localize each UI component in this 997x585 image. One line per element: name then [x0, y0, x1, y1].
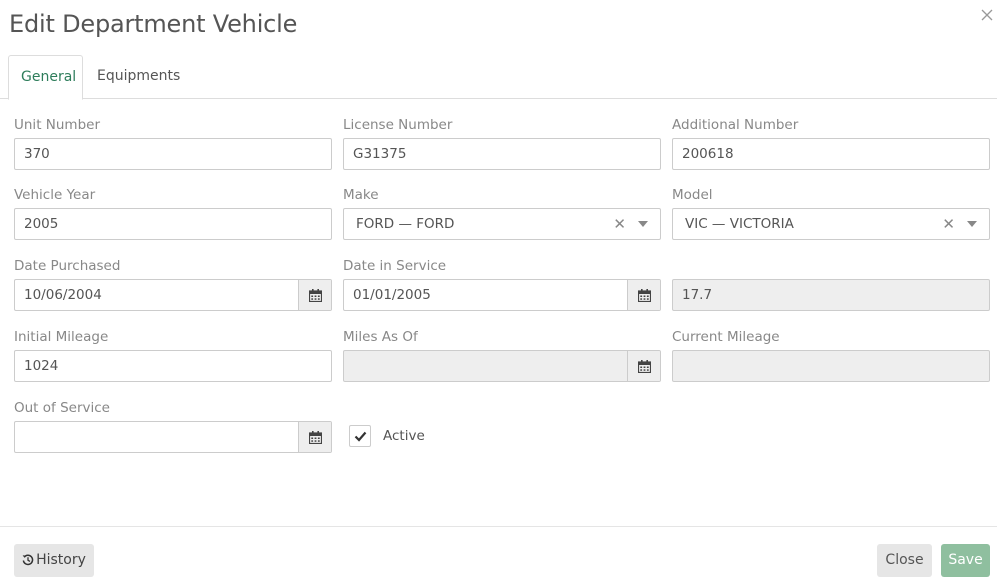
- model-group: Model VIC — VICTORIA ✕: [672, 186, 990, 240]
- vehicle-year-group: Vehicle Year 2005: [14, 186, 332, 240]
- calendar-icon[interactable]: [298, 280, 331, 310]
- current-mileage-field: [672, 350, 990, 382]
- additional-number-label: Additional Number: [672, 117, 799, 133]
- date-in-service-input[interactable]: 01/01/2005: [343, 279, 661, 311]
- calendar-icon[interactable]: [298, 422, 331, 452]
- history-label: History: [36, 552, 86, 568]
- date-purchased-label: Date Purchased: [14, 258, 121, 274]
- age-field: 17.7: [672, 279, 990, 311]
- modal-title: Edit Department Vehicle: [9, 10, 298, 38]
- unit-number-input[interactable]: 370: [14, 138, 332, 170]
- date-purchased-group: Date Purchased 10/06/2004: [14, 257, 332, 311]
- tab-general[interactable]: General: [8, 55, 83, 100]
- close-button[interactable]: Close: [877, 544, 932, 577]
- license-number-label: License Number: [343, 117, 453, 133]
- tab-equipments[interactable]: Equipments: [85, 55, 192, 99]
- make-select[interactable]: FORD — FORD ✕: [343, 208, 661, 240]
- date-purchased-input[interactable]: 10/06/2004: [14, 279, 332, 311]
- save-button[interactable]: Save: [941, 544, 990, 577]
- active-checkbox[interactable]: [349, 425, 371, 447]
- make-dropdown-icon[interactable]: [638, 221, 648, 227]
- history-icon: [22, 546, 34, 579]
- date-in-service-label: Date in Service: [343, 258, 447, 274]
- model-value: VIC — VICTORIA: [685, 216, 794, 232]
- date-in-service-value: 01/01/2005: [353, 287, 431, 303]
- active-label[interactable]: Active: [383, 428, 425, 444]
- out-of-service-input[interactable]: [14, 421, 332, 453]
- date-in-service-group: Date in Service 01/01/2005: [343, 257, 661, 311]
- make-group: Make FORD — FORD ✕: [343, 186, 661, 240]
- date-purchased-value: 10/06/2004: [24, 287, 102, 303]
- miles-as-of-label: Miles As Of: [343, 329, 418, 345]
- history-button[interactable]: History: [14, 544, 94, 577]
- license-number-group: License Number G31375: [343, 116, 661, 170]
- make-clear-icon[interactable]: ✕: [613, 209, 626, 239]
- model-label: Model: [672, 187, 713, 203]
- additional-number-group: Additional Number 200618: [672, 116, 990, 170]
- out-of-service-label: Out of Service: [14, 400, 110, 416]
- miles-as-of-group: Miles As Of: [343, 328, 661, 382]
- footer-divider: [0, 526, 997, 527]
- out-of-service-group: Out of Service: [14, 399, 332, 453]
- close-icon[interactable]: [979, 8, 995, 24]
- current-mileage-label: Current Mileage: [672, 329, 780, 345]
- initial-mileage-input[interactable]: 1024: [14, 350, 332, 382]
- vehicle-year-input[interactable]: 2005: [14, 208, 332, 240]
- age-group: 17.7: [672, 257, 990, 311]
- model-dropdown-icon[interactable]: [967, 221, 977, 227]
- model-select[interactable]: VIC — VICTORIA ✕: [672, 208, 990, 240]
- additional-number-input[interactable]: 200618: [672, 138, 990, 170]
- current-mileage-group: Current Mileage: [672, 328, 990, 382]
- unit-number-group: Unit Number 370: [14, 116, 332, 170]
- checkmark-icon: [354, 431, 366, 442]
- calendar-icon[interactable]: [627, 351, 660, 381]
- miles-as-of-input: [343, 350, 661, 382]
- calendar-icon[interactable]: [627, 280, 660, 310]
- initial-mileage-group: Initial Mileage 1024: [14, 328, 332, 382]
- initial-mileage-label: Initial Mileage: [14, 329, 109, 345]
- tab-bar: General Equipments: [0, 55, 997, 100]
- license-number-input[interactable]: G31375: [343, 138, 661, 170]
- make-value: FORD — FORD: [356, 216, 455, 232]
- make-label: Make: [343, 187, 379, 203]
- unit-number-label: Unit Number: [14, 117, 101, 133]
- vehicle-year-label: Vehicle Year: [14, 187, 96, 203]
- model-clear-icon[interactable]: ✕: [942, 209, 955, 239]
